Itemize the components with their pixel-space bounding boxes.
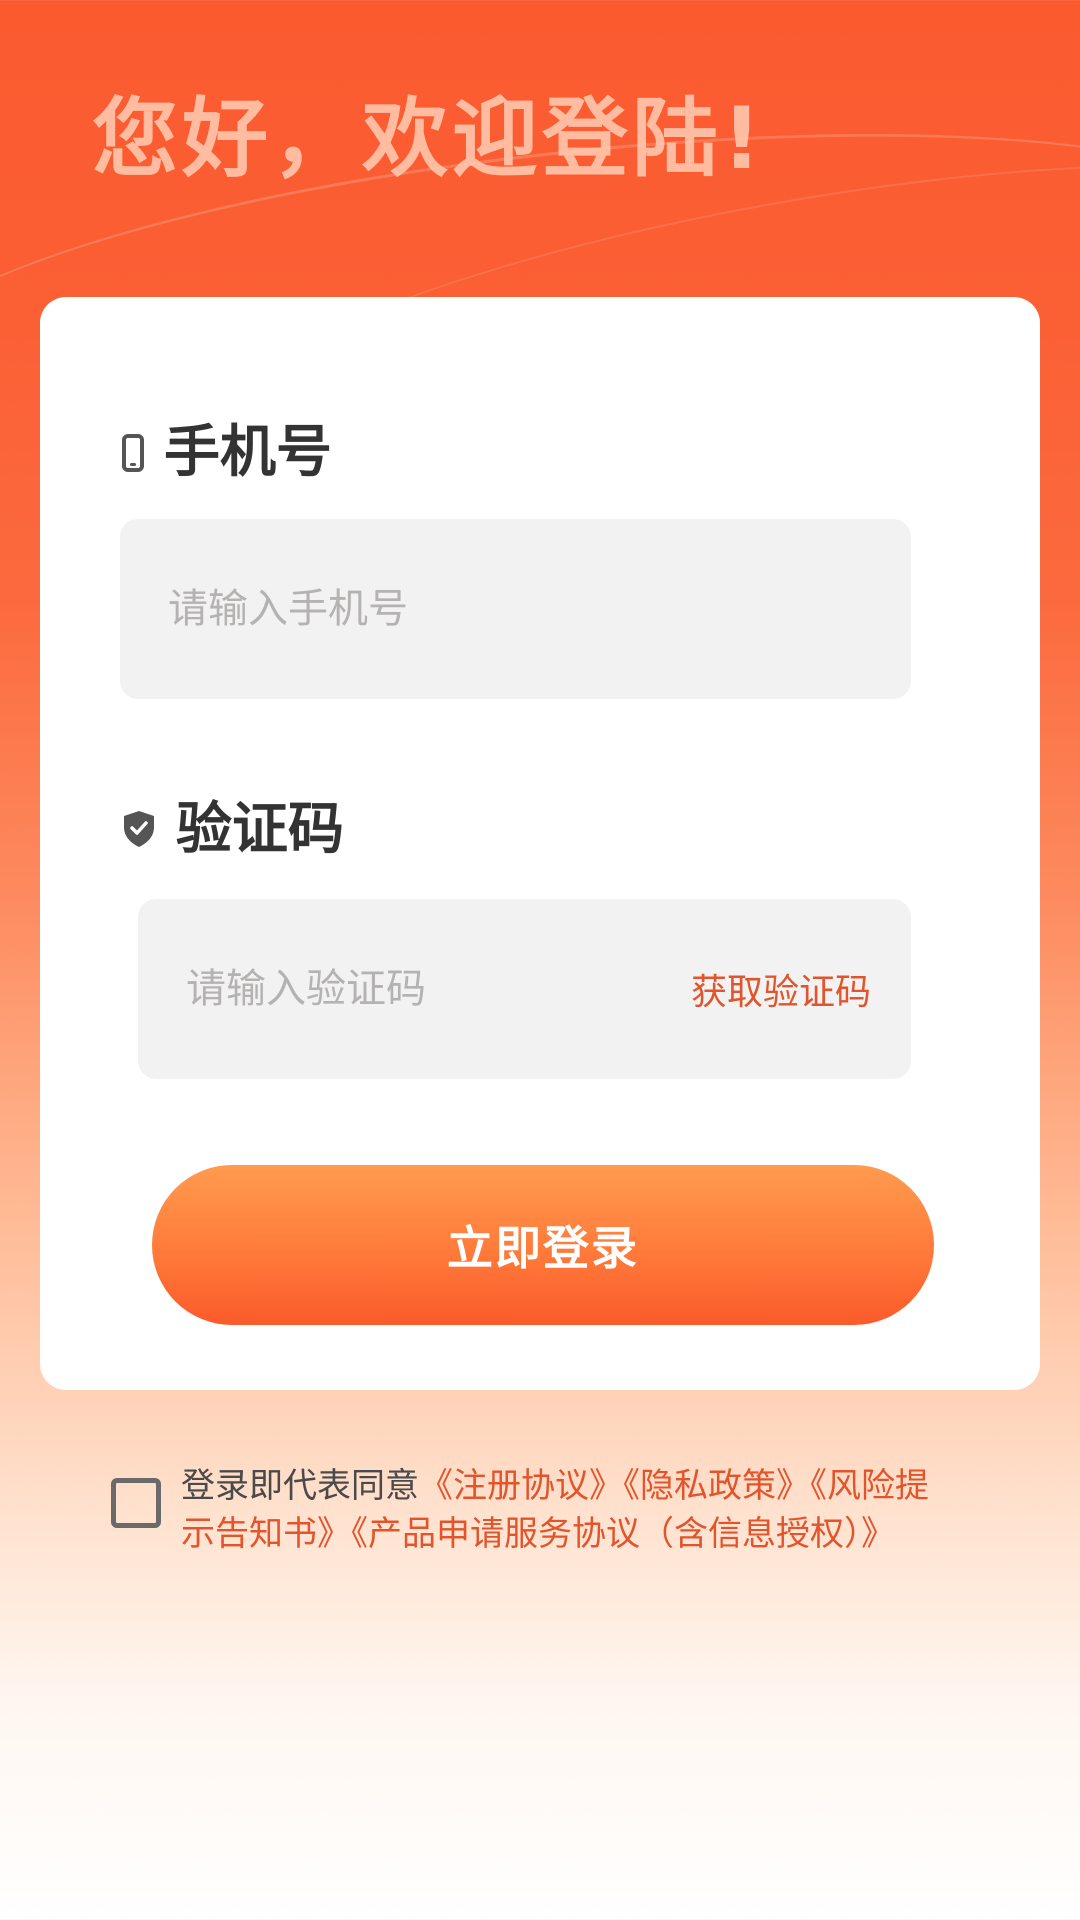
registration-agreement-link[interactable]: 《注册协议》	[419, 1466, 623, 1506]
phone-input[interactable]	[166, 585, 630, 633]
shield-check-icon	[122, 802, 156, 858]
code-label-text: 验证码	[176, 797, 344, 862]
code-input-box[interactable]: 获取验证码	[138, 899, 911, 1079]
agreement-checkbox[interactable]	[111, 1478, 161, 1528]
login-card: 手机号 验证码 获取验证码 立即登录	[40, 297, 1040, 1390]
privacy-policy-link[interactable]: 《隐私政策》	[623, 1466, 810, 1506]
phone-label-text: 手机号	[164, 420, 332, 485]
phone-input-box[interactable]	[120, 519, 911, 699]
login-button[interactable]: 立即登录	[152, 1165, 934, 1325]
code-input[interactable]	[184, 965, 648, 1013]
phone-icon	[122, 434, 144, 472]
agreement-text: 登录即代表同意《注册协议》《隐私政策》《风险提示告知书》《产品申请服务协议（含信…	[181, 1462, 941, 1558]
phone-label: 手机号	[122, 425, 332, 481]
get-code-button[interactable]: 获取验证码	[691, 963, 871, 1015]
code-label: 验证码	[122, 802, 344, 858]
product-service-agreement-link[interactable]: 《产品申请服务协议（含信息授权）》	[351, 1514, 895, 1554]
agreement-section: 登录即代表同意《注册协议》《隐私政策》《风险提示告知书》《产品申请服务协议（含信…	[111, 1462, 941, 1558]
agreement-prefix: 登录即代表同意	[181, 1466, 419, 1506]
welcome-title: 您好，欢迎登陆!	[92, 89, 766, 189]
